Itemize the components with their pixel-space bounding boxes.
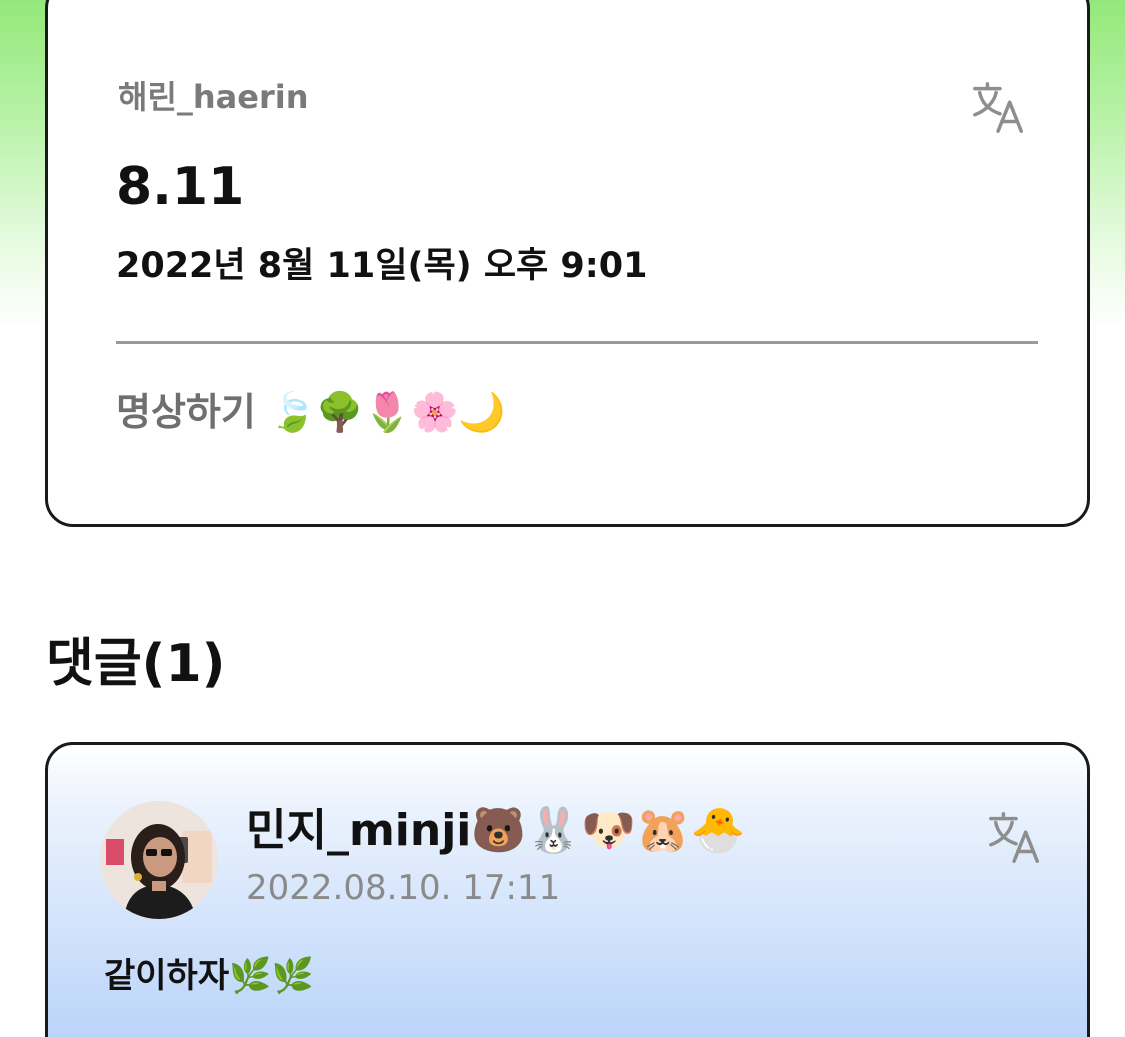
comment-author-emoji: 🐻🐰🐶🐹🐣 — [471, 805, 746, 856]
post-body: 명상하기 🍃🌳🌷🌸🌙 — [116, 393, 506, 431]
comment-timestamp: 2022.08.10. 17:11 — [246, 868, 561, 908]
comment-author[interactable]: 민지_minji🐻🐰🐶🐹🐣 — [246, 809, 745, 853]
comment-author-name: 민지_minji — [246, 805, 472, 856]
comment-text: 같이하자🌿🌿 — [104, 959, 314, 993]
post-body-text: 명상하기 — [116, 390, 270, 434]
post-body-emoji: 🍃🌳🌷🌸🌙 — [269, 390, 506, 434]
comment-card: 민지_minji🐻🐰🐶🐹🐣 2022.08.10. 17:11 같이하자🌿🌿 — [45, 742, 1090, 1037]
comment-text-emoji: 🌿🌿 — [229, 956, 314, 996]
divider — [116, 341, 1038, 344]
comments-heading: 댓글(1) — [46, 634, 226, 694]
post-date: 2022년 8월 11일(목) 오후 9:01 — [116, 246, 648, 286]
comment-text-body: 같이하자 — [104, 956, 230, 996]
translate-icon[interactable] — [987, 809, 1045, 867]
post-author[interactable]: 해린_haerin — [118, 81, 309, 113]
post-card: 해린_haerin 8.11 2022년 8월 11일(목) 오후 9:01 명… — [45, 0, 1090, 527]
post-title: 8.11 — [116, 157, 245, 217]
translate-icon[interactable] — [971, 79, 1029, 137]
avatar[interactable] — [100, 801, 218, 919]
